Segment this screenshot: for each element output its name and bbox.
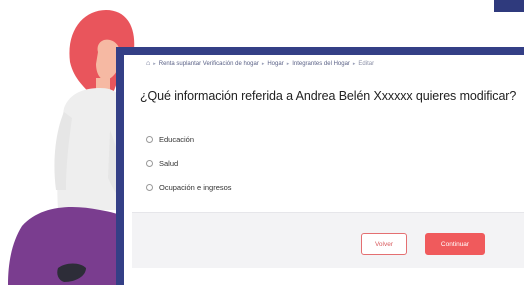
option-label: Salud xyxy=(159,158,179,168)
option-list: Educación Salud Ocupación e ingresos xyxy=(146,127,232,199)
breadcrumb-item-hogar[interactable]: Hogar xyxy=(267,61,283,67)
breadcrumb-item-renta[interactable]: Renta suplantar Verificación de hogar xyxy=(159,61,259,67)
option-label: Educación xyxy=(159,134,195,144)
continue-button[interactable]: Continuar xyxy=(425,233,485,255)
radio-button[interactable] xyxy=(146,183,153,191)
breadcrumb: ⌂ ▸ Renta suplantar Verificación de hoga… xyxy=(146,60,374,67)
radio-button[interactable] xyxy=(146,159,153,167)
dialog-window: ⌂ ▸ Renta suplantar Verificación de hoga… xyxy=(116,47,524,285)
chevron-right-icon: ▸ xyxy=(352,60,356,67)
chevron-right-icon: ▸ xyxy=(261,60,265,67)
corner-decoration xyxy=(494,0,524,12)
radio-button[interactable] xyxy=(146,135,153,143)
chevron-right-icon: ▸ xyxy=(153,60,156,67)
chevron-right-icon: ▸ xyxy=(286,60,290,67)
option-salud[interactable]: Salud xyxy=(146,151,232,175)
home-icon[interactable]: ⌂ xyxy=(146,60,150,67)
breadcrumb-item-integrantes[interactable]: Integrantes del Hogar xyxy=(292,61,350,67)
form-panel: ⌂ ▸ Renta suplantar Verificación de hoga… xyxy=(124,55,524,285)
option-label: Ocupación e ingresos xyxy=(159,182,232,192)
question-title: ¿Qué información referida a Andrea Belén… xyxy=(140,89,517,103)
breadcrumb-item-editar: Editar xyxy=(358,60,375,67)
action-footer: Volver Continuar xyxy=(132,212,524,268)
option-educacion[interactable]: Educación xyxy=(146,127,232,151)
back-button[interactable]: Volver xyxy=(361,233,407,255)
option-ocupacion[interactable]: Ocupación e ingresos xyxy=(146,175,232,199)
